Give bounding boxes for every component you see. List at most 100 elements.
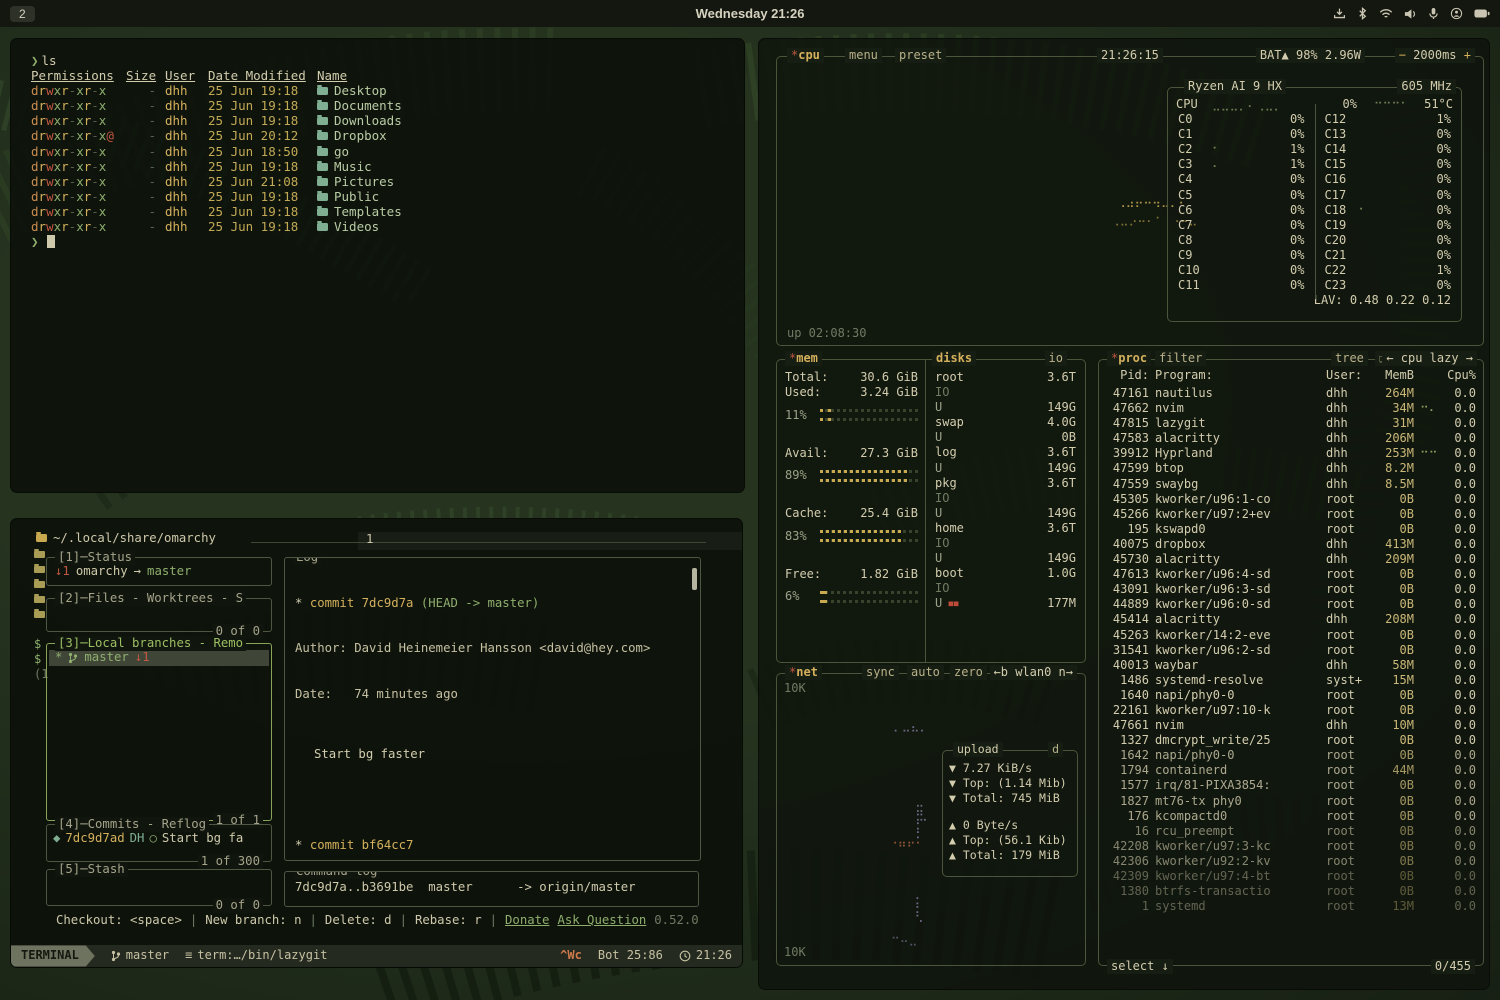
file-permissions: drwxr-xr-x [31, 113, 117, 128]
tab-1[interactable]: 1 [366, 532, 373, 547]
session-badge[interactable]: TERMINAL [11, 945, 95, 966]
process-row[interactable]: 16 rcu_preempt root 0B 0.0 [1107, 824, 1476, 839]
process-row[interactable]: 45305 kworker/u96:1-co root 0B 0.0 [1107, 492, 1476, 507]
process-row[interactable]: 47613 kworker/u96:4-sd root 0B 0.0 [1107, 567, 1476, 582]
process-row[interactable]: 43091 kworker/u96:3-sd root 0B 0.0 [1107, 582, 1476, 597]
tree-toggle[interactable]: tree [1331, 351, 1368, 366]
process-row[interactable]: 47559 swaybg dhh 8.5M 0.0 [1107, 477, 1476, 492]
mem-meter [820, 470, 918, 482]
process-row[interactable]: 42306 kworker/u92:2-kv root 0B 0.0 [1107, 854, 1476, 869]
process-row[interactable]: 1640 napi/phy0-0 root 0B 0.0 [1107, 688, 1476, 703]
process-row[interactable]: 45730 alacritty dhh 209M 0.0 [1107, 552, 1476, 567]
process-row[interactable]: 1577 irq/81-PIXA3854: root 0B 0.0 [1107, 778, 1476, 793]
panel-status[interactable]: [1]─Status ↓1 omarchy → master [46, 557, 272, 586]
panel-command-log[interactable]: Command log 7dc9d7a..b3691be master -> o… [284, 871, 699, 907]
interval-decrease[interactable]: − [1399, 48, 1406, 62]
bluetooth-icon[interactable] [1357, 7, 1368, 20]
keybinding-hint[interactable]: Rebase: r [415, 913, 482, 928]
window-segment[interactable]: ≡ term:…/bin/lazygit [185, 948, 327, 963]
process-row[interactable]: 40013 waybar dhh 58M 0.0 [1107, 658, 1476, 673]
keybinding-hint[interactable]: | [490, 913, 497, 928]
disk-line: boot1.0G [935, 566, 1076, 581]
preset-button[interactable]: preset [895, 48, 946, 63]
menu-button[interactable]: menu [845, 48, 882, 63]
keybinding-hint[interactable]: Delete: d [325, 913, 392, 928]
process-row[interactable]: 22161 kworker/u97:10-k root 0B 0.0 [1107, 703, 1476, 718]
branch-row-selected[interactable]: * master ↓1 [49, 650, 269, 666]
auto-toggle[interactable]: auto [907, 665, 944, 680]
sync-toggle[interactable]: sync [862, 665, 899, 680]
process-row[interactable]: 45266 kworker/u97:2+ev root 0B 0.0 [1107, 507, 1476, 522]
volume-icon[interactable] [1404, 8, 1417, 20]
process-row[interactable]: 47662 nvim dhh 34M ⠒⠄ 0.0 [1107, 401, 1476, 416]
keybinding-hint[interactable]: 0.52.0 [654, 913, 698, 928]
user-icon[interactable] [1450, 7, 1463, 20]
log-commit[interactable]: * commit bf64cc7 Author: David Heinemeie… [295, 807, 690, 861]
log-commit[interactable]: * commit 7dc9d7a (HEAD -> master) Author… [295, 566, 690, 807]
mic-icon[interactable] [1428, 7, 1439, 20]
process-row[interactable]: 1642 napi/phy0-0 root 0B 0.0 [1107, 748, 1476, 763]
keybinding-hint[interactable]: New branch: n [205, 913, 301, 928]
process-row[interactable]: 42309 kworker/u97:4-bt root 0B 0.0 [1107, 869, 1476, 884]
panel-stash[interactable]: [5]─Stash 0 of 0 [46, 869, 272, 906]
process-row[interactable]: 195 kswapd0 root 0B 0.0 [1107, 522, 1476, 537]
box-nav[interactable]: ← cpu lazy → [1382, 351, 1477, 366]
disk-line: U▪▪177M [935, 596, 1076, 611]
panel-commits[interactable]: [4]─Commits - Reflog ◆ 7dc9d7ad DH ○ Sta… [46, 824, 272, 862]
col-user: User [165, 68, 199, 83]
disks-toggle[interactable]: disks [932, 351, 976, 366]
process-row[interactable]: 1380 btrfs-transactio root 0B 0.0 [1107, 884, 1476, 899]
panel-branches[interactable]: [3]─Local branches - Remo * master ↓1 1 … [46, 643, 272, 821]
select-hint[interactable]: select ↓ [1107, 959, 1173, 974]
process-cpu: 0.0 [1442, 658, 1476, 673]
process-row[interactable]: 44889 kworker/u96:0-sd root 0B 0.0 [1107, 597, 1476, 612]
process-row[interactable]: 47815 lazygit dhh 31M 0.0 [1107, 416, 1476, 431]
keybinding-hint[interactable]: Donate [505, 913, 549, 928]
io-toggle[interactable]: io [1045, 351, 1067, 366]
interface-selector[interactable]: ←b wlan0 n→ [990, 665, 1077, 680]
process-row[interactable]: 1 systemd root 13M 0.0 [1107, 899, 1476, 914]
net-stats-title: upload [953, 742, 1003, 757]
workspace-indicator[interactable]: 2 [10, 6, 35, 22]
process-row[interactable]: 176 kcompactd0 root 0B 0.0 [1107, 809, 1476, 824]
wifi-icon[interactable] [1379, 8, 1393, 20]
process-cpu: 0.0 [1442, 718, 1476, 733]
process-row[interactable]: 47661 nvim dhh 10M 0.0 [1107, 718, 1476, 733]
mem-box-title[interactable]: *mem [785, 351, 822, 366]
panel-log[interactable]: Log * commit 7dc9d7a (HEAD -> master) Au… [284, 557, 701, 861]
process-row[interactable]: 40075 dropbox dhh 413M 0.0 [1107, 537, 1476, 552]
proc-header[interactable]: Pid: Program: User: MemB Cpu% [1107, 368, 1476, 383]
process-row[interactable]: 39912 Hyprland dhh 253M ⠒⠒⠄ 0.0 [1107, 446, 1476, 461]
process-row[interactable]: 1327 dmcrypt_write/25 root 0B 0.0 [1107, 733, 1476, 748]
process-mem: 0B [1374, 703, 1414, 718]
file-permissions: drwxr-xr-x [31, 159, 117, 174]
proc-box-title[interactable]: *proc [1107, 351, 1151, 366]
filter-button[interactable]: filter [1155, 351, 1206, 366]
empty-prompt-line[interactable]: ❯ [31, 234, 744, 249]
net-box-title[interactable]: *net [785, 665, 822, 680]
keybinding-hint[interactable]: | [310, 913, 317, 928]
keybinding-hint[interactable]: | [400, 913, 407, 928]
keybinding-hint[interactable]: | [190, 913, 197, 928]
process-row[interactable]: 47583 alacritty dhh 206M 0.0 [1107, 431, 1476, 446]
process-graph [1420, 884, 1436, 899]
panel-files[interactable]: [2]─Files - Worktrees - S 0 of 0 [46, 598, 272, 632]
updates-icon[interactable] [1333, 7, 1346, 20]
process-row[interactable]: 47161 nautilus dhh 264M 0.0 [1107, 386, 1476, 401]
process-row[interactable]: 47599 btop dhh 8.2M 0.0 [1107, 461, 1476, 476]
scrollbar-thumb[interactable] [692, 568, 697, 590]
cpu-box-title[interactable]: *cpu [787, 48, 824, 63]
keybinding-hint[interactable]: Ask Question [557, 913, 646, 928]
process-row[interactable]: 1794 containerd root 44M 0.0 [1107, 763, 1476, 778]
battery-icon[interactable] [1474, 8, 1490, 19]
process-row[interactable]: 45263 kworker/14:2-eve root 0B 0.0 [1107, 628, 1476, 643]
process-row[interactable]: 1827 mt76-tx phy0 root 0B 0.0 [1107, 794, 1476, 809]
process-row[interactable]: 42208 kworker/u97:3-kc root 0B 0.0 [1107, 839, 1476, 854]
interval-increase[interactable]: + [1464, 48, 1471, 62]
keybinding-hint[interactable]: Checkout: <space> [56, 913, 182, 928]
process-cpu: 0.0 [1442, 869, 1476, 884]
process-row[interactable]: 45414 alacritty dhh 208M 0.0 [1107, 612, 1476, 627]
process-row[interactable]: 1486 systemd-resolve syst+ 15M 0.0 [1107, 673, 1476, 688]
zero-toggle[interactable]: zero [950, 665, 987, 680]
process-row[interactable]: 31541 kworker/u96:2-sd root 0B 0.0 [1107, 643, 1476, 658]
